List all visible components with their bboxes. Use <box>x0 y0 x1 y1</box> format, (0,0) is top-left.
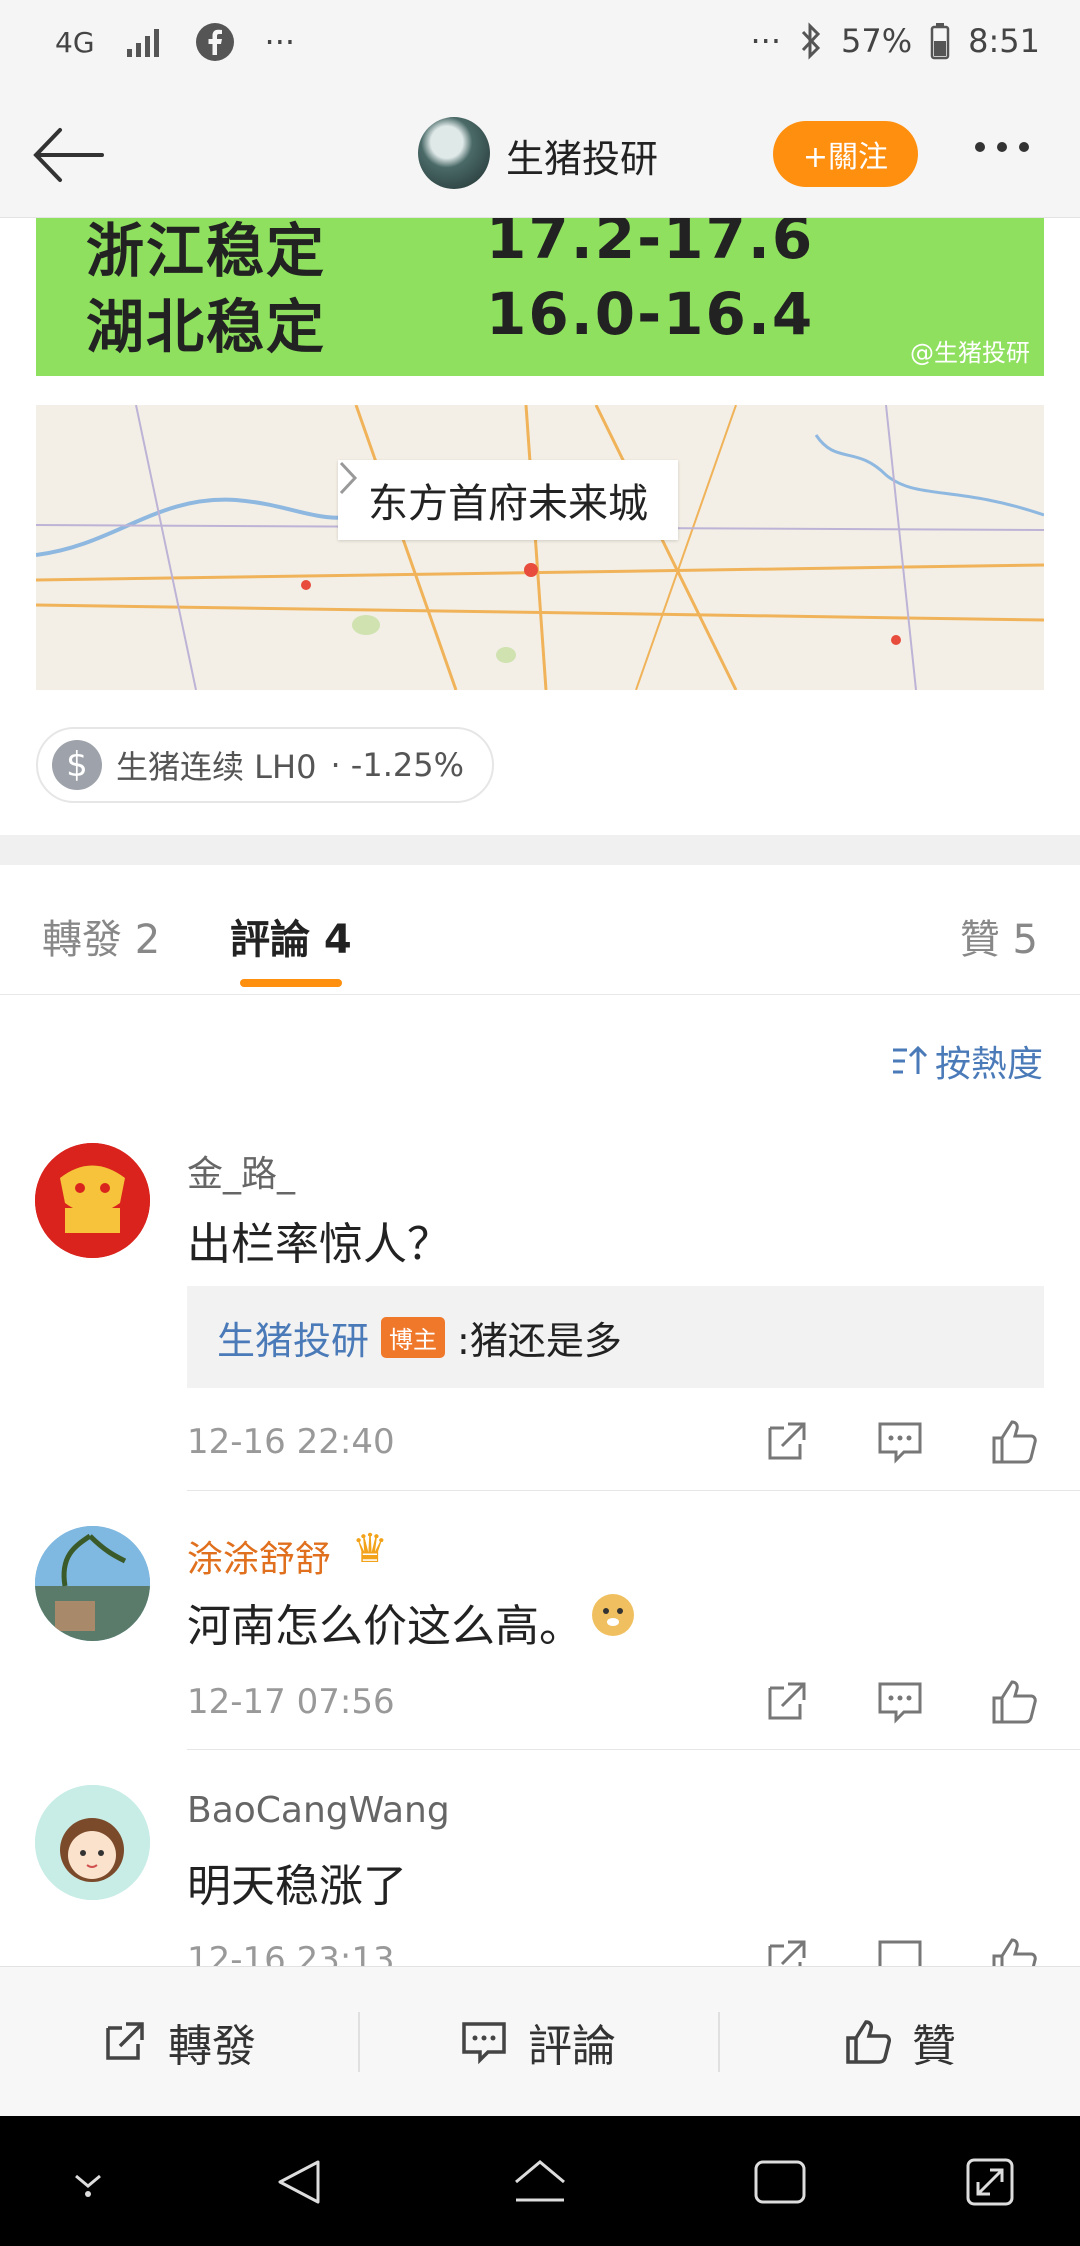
price-range: 17.2-17.6 <box>486 218 815 272</box>
sort-by-popularity-button[interactable]: 按熱度 <box>891 1035 1043 1087</box>
comment-username[interactable]: BaoCangWang <box>187 1790 450 1831</box>
tab-reposts[interactable]: 轉發 2 <box>42 907 160 965</box>
facebook-icon <box>195 23 234 61</box>
reply-icon[interactable] <box>874 1676 926 1728</box>
hide-keyboard-icon[interactable] <box>64 2154 112 2206</box>
map-graphic <box>36 405 1044 690</box>
avatar-image <box>35 1785 150 1900</box>
weibo-watermark: @生猪投研 <box>910 339 1030 367</box>
avatar[interactable] <box>35 1785 150 1900</box>
system-nav-bar <box>0 2116 1080 2246</box>
more-dot-icon <box>1019 142 1029 152</box>
more-dot-icon <box>997 142 1007 152</box>
top-nav-bar: 生猪投研 +關注 <box>0 92 1080 218</box>
comment-divider <box>187 1749 1080 1750</box>
comment-label: 評論 <box>528 2021 616 2072</box>
like-icon[interactable] <box>988 1416 1040 1468</box>
doge-emoji-icon <box>592 1594 634 1636</box>
location-name: 东方首府未来城 <box>368 481 648 527</box>
reply-text: :猪还是多 <box>457 1318 622 1363</box>
clock: 8:51 <box>968 22 1040 60</box>
share-icon[interactable] <box>760 1416 812 1468</box>
price-row: 湖北稳定 16.0-16.4 <box>86 280 812 364</box>
comment-actions <box>760 1416 1040 1468</box>
chevron-right-icon <box>339 461 358 495</box>
comment-text: 出栏率惊人？ <box>187 1219 451 1270</box>
battery-percent: 57% <box>841 22 913 60</box>
home-nav-icon[interactable] <box>510 2154 570 2210</box>
comment-timestamp: 12-16 22:40 <box>187 1422 395 1462</box>
comment-icon <box>462 2022 506 2065</box>
province-label: 浙江稳定 <box>86 218 327 285</box>
recent-apps-icon[interactable] <box>750 2154 810 2210</box>
arrow-left-icon <box>33 128 104 182</box>
avatar[interactable] <box>35 1143 150 1258</box>
more-dot-icon <box>975 142 985 152</box>
stock-name: 生猪连续 LH0 <box>116 748 317 786</box>
tab-comments[interactable]: 評論 4 <box>230 907 352 965</box>
network-indicator: 4G <box>55 25 95 59</box>
active-tab-indicator <box>240 979 342 987</box>
like-label: 贊 <box>912 2021 956 2072</box>
avatar-image <box>35 1143 150 1258</box>
interaction-tabs: 轉發 2 評論 4 贊 5 <box>0 865 1080 995</box>
reply-username[interactable]: 生猪投研 <box>217 1310 369 1365</box>
comment-button[interactable]: 評論 <box>458 1967 616 2117</box>
back-button[interactable] <box>28 120 108 190</box>
author-reply[interactable]: 生猪投研 博主 :猪还是多 <box>187 1286 1044 1388</box>
repost-button[interactable]: 轉發 <box>98 1967 256 2117</box>
province-label: 湖北稳定 <box>86 293 327 361</box>
signal-icon <box>126 29 159 57</box>
bar-separator <box>718 2012 720 2072</box>
vip-crown-icon: ♛ <box>352 1526 388 1572</box>
avatar[interactable] <box>35 1526 150 1641</box>
location-map[interactable]: 东方首府未来城 <box>36 405 1044 690</box>
share-icon[interactable] <box>760 1676 812 1728</box>
reply-icon[interactable] <box>874 1416 926 1468</box>
comment-text: 河南怎么价这么高。 <box>187 1601 583 1652</box>
comment-text: 明天稳涨了 <box>187 1861 407 1912</box>
bottom-action-bar: 轉發 評論 贊 <box>0 1966 1080 2116</box>
bar-separator <box>358 2012 360 2072</box>
status-bar: 4G ··· ··· 57% 8:51 <box>0 0 1080 92</box>
stock-change: · -1.25% <box>330 746 464 784</box>
comment-timestamp: 12-17 07:56 <box>187 1682 395 1722</box>
price-row: 浙江稳定 17.2-17.6 <box>86 218 812 288</box>
repost-label: 轉發 <box>168 2021 256 2072</box>
comment-divider <box>187 1490 1080 1491</box>
dollar-icon: $ <box>52 740 102 790</box>
sort-label: 按熱度 <box>934 1044 1043 1085</box>
comment-username[interactable]: 涂涂舒舒 <box>187 1530 331 1582</box>
battery-icon <box>930 23 950 60</box>
bluetooth-icon <box>801 22 821 60</box>
price-range: 16.0-16.4 <box>486 280 815 348</box>
follow-button[interactable]: +關注 <box>773 121 918 187</box>
comment-username[interactable]: 金_路_ <box>187 1145 295 1197</box>
author-avatar[interactable] <box>418 117 490 189</box>
like-icon[interactable] <box>988 1676 1040 1728</box>
more-status-indicator: ··· <box>750 22 782 60</box>
sort-icon <box>892 1045 927 1074</box>
post-image[interactable]: 浙江稳定 17.2-17.6 湖北稳定 16.0-16.4 @生猪投研 <box>36 218 1044 376</box>
comment-actions <box>760 1676 1040 1728</box>
section-divider <box>0 835 1080 865</box>
more-options-button[interactable] <box>975 142 1029 152</box>
thumbs-up-icon <box>846 2020 891 2064</box>
author-badge: 博主 <box>381 1316 446 1358</box>
like-button[interactable]: 贊 <box>842 1967 956 2117</box>
stock-chip[interactable]: $ 生猪连续 LH0 · -1.25% <box>36 727 494 803</box>
location-label[interactable]: 东方首府未来城 <box>338 460 678 540</box>
more-notifications-indicator: ··· <box>264 23 296 61</box>
expand-icon[interactable] <box>962 2154 1018 2210</box>
repost-icon <box>106 2022 144 2060</box>
tab-likes[interactable]: 贊 5 <box>960 907 1038 965</box>
back-nav-icon[interactable] <box>272 2154 328 2210</box>
avatar-image <box>35 1526 150 1641</box>
page-title[interactable]: 生猪投研 <box>506 128 658 183</box>
